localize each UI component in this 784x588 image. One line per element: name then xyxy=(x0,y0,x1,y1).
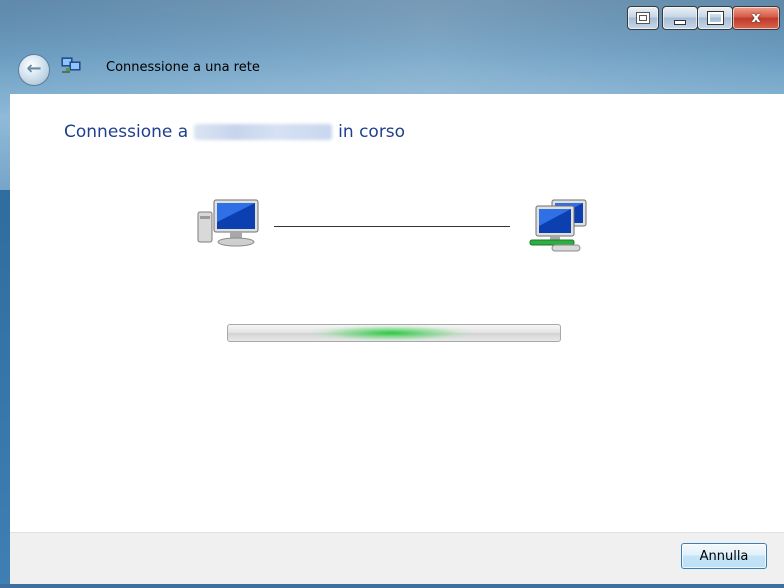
back-button[interactable]: ← xyxy=(18,54,50,86)
network-icon xyxy=(529,199,587,252)
window-title: Connessione a una rete xyxy=(106,60,260,75)
connection-line xyxy=(274,226,510,227)
network-connection-icon xyxy=(61,57,81,73)
status-heading: Connessione a in corso xyxy=(64,122,405,142)
window-frame: x ← Connessione a una rete Connessione a… xyxy=(0,0,784,588)
dialog-footer: Annulla xyxy=(10,532,784,585)
network-name-redacted xyxy=(194,124,333,140)
minimize-icon xyxy=(674,19,686,25)
cancel-button[interactable]: Annulla xyxy=(681,543,767,569)
back-arrow-icon: ← xyxy=(26,58,42,79)
progress-indicator xyxy=(311,325,471,341)
heading-suffix: in corso xyxy=(338,122,406,142)
dialog-content: Connessione a in corso xyxy=(10,94,784,532)
window-bottom-border xyxy=(0,584,784,588)
help-icon xyxy=(636,12,650,24)
minimize-button[interactable] xyxy=(662,6,698,30)
computer-icon xyxy=(197,199,259,247)
caption-buttons: x xyxy=(627,6,780,30)
close-button[interactable]: x xyxy=(732,6,780,30)
close-icon: x xyxy=(751,10,761,26)
connection-progress-bar xyxy=(227,324,561,342)
maximize-icon xyxy=(706,11,724,25)
heading-prefix: Connessione a xyxy=(64,122,189,142)
maximize-button[interactable] xyxy=(697,6,733,30)
window-left-border xyxy=(0,190,10,588)
help-button[interactable] xyxy=(627,6,659,30)
